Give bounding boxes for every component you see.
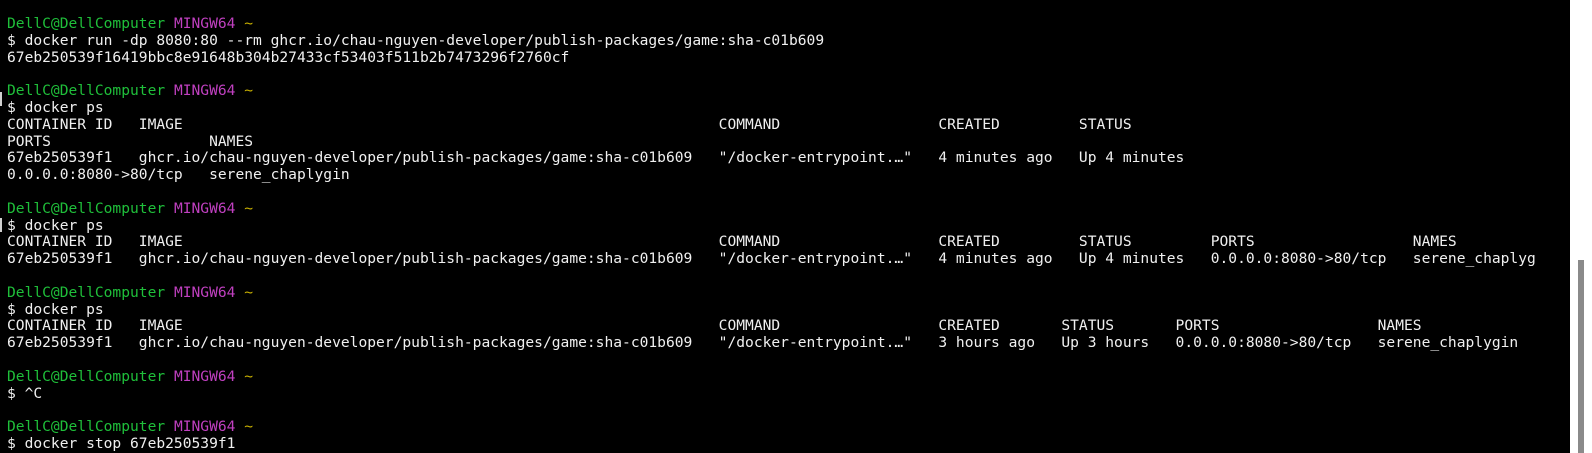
vertical-scrollbar[interactable] [1570,0,1592,453]
prompt-user-host: DellC@DellComputer [7,368,166,385]
prompt-shell: MINGW64 [173,284,236,301]
output-text: 67eb250539f1 ghcr.io/chau-nguyen-develop… [7,251,1536,268]
prompt-cwd: ~ [244,284,254,301]
prompt-shell: MINGW64 [173,200,236,217]
output-text: 67eb250539f16419bbc8e91648b304b27433cf53… [7,49,570,66]
prompt-user-host: DellC@DellComputer [7,419,166,436]
command-text: $ docker stop 67eb250539f1 [7,435,236,452]
command-text: $ docker ps [7,217,104,234]
command-line: $ docker run -dp 8080:80 --rm ghcr.io/ch… [7,33,1570,50]
scrollbar-thumb[interactable] [1578,260,1584,453]
prompt-line: DellC@DellComputer MINGW64 ~ [7,419,1570,436]
prompt-line: DellC@DellComputer MINGW64 ~ [7,285,1570,302]
prompt-cwd: ~ [244,368,254,385]
prompt-user-host: DellC@DellComputer [7,284,166,301]
terminal-window[interactable]: DellC@DellComputer MINGW64 ~ $ docker run… [0,0,1592,453]
command-line: $ docker ps [7,100,1570,117]
output-text: 67eb250539f1 ghcr.io/chau-nguyen-develop… [7,150,1185,167]
output-line: 0.0.0.0:8080->80/tcp serene_chaplygin [7,167,1570,184]
command-line: $ docker ps [7,218,1570,235]
output-line: PORTS NAMES [7,134,1570,151]
prompt-user-host: DellC@DellComputer [7,16,166,32]
command-line: $ docker stop 67eb250539f1 [7,436,1570,453]
prompt-user-host: DellC@DellComputer [7,83,166,100]
prompt-line: DellC@DellComputer MINGW64 ~ [7,16,1570,33]
output-line: 67eb250539f1 ghcr.io/chau-nguyen-develop… [7,251,1570,268]
prompt-cwd: ~ [244,16,254,32]
output-line: CONTAINER ID IMAGE COMMAND CREATED STATU… [7,117,1570,134]
prompt-cwd: ~ [244,419,254,436]
command-line: $ ^C [7,386,1570,403]
command-text: $ docker run -dp 8080:80 --rm ghcr.io/ch… [7,32,825,49]
output-line: 67eb250539f1 ghcr.io/chau-nguyen-develop… [7,150,1570,167]
output-text: CONTAINER ID IMAGE COMMAND CREATED STATU… [7,116,1132,133]
command-text: $ docker ps [7,301,104,318]
output-line: CONTAINER ID IMAGE COMMAND CREATED STATU… [7,318,1570,335]
output-text: PORTS NAMES [7,133,254,150]
output-line: CONTAINER ID IMAGE COMMAND CREATED STATU… [7,234,1570,251]
left-edge-marker [0,92,2,106]
prompt-shell: MINGW64 [173,368,236,385]
prompt-user-host: DellC@DellComputer [7,200,166,217]
prompt-line: DellC@DellComputer MINGW64 ~ [7,83,1570,100]
prompt-shell: MINGW64 [173,419,236,436]
output-line: 67eb250539f1 ghcr.io/chau-nguyen-develop… [7,335,1570,352]
output-line: 67eb250539f16419bbc8e91648b304b27433cf53… [7,50,1570,67]
command-text: $ ^C [7,385,43,402]
terminal-output[interactable]: DellC@DellComputer MINGW64 ~ $ docker run… [7,16,1570,453]
output-text: CONTAINER ID IMAGE COMMAND CREATED STATU… [7,234,1457,251]
prompt-cwd: ~ [244,83,254,100]
output-text: 0.0.0.0:8080->80/tcp serene_chaplygin [7,167,350,184]
output-text: 67eb250539f1 ghcr.io/chau-nguyen-develop… [7,335,1519,352]
prompt-shell: MINGW64 [173,16,236,32]
prompt-shell: MINGW64 [173,83,236,100]
command-text: $ docker ps [7,99,104,116]
output-text: CONTAINER ID IMAGE COMMAND CREATED STATU… [7,318,1422,335]
left-edge-marker [0,218,2,232]
prompt-line: DellC@DellComputer MINGW64 ~ [7,369,1570,386]
command-line: $ docker ps [7,302,1570,319]
prompt-line: DellC@DellComputer MINGW64 ~ [7,201,1570,218]
prompt-cwd: ~ [244,200,254,217]
